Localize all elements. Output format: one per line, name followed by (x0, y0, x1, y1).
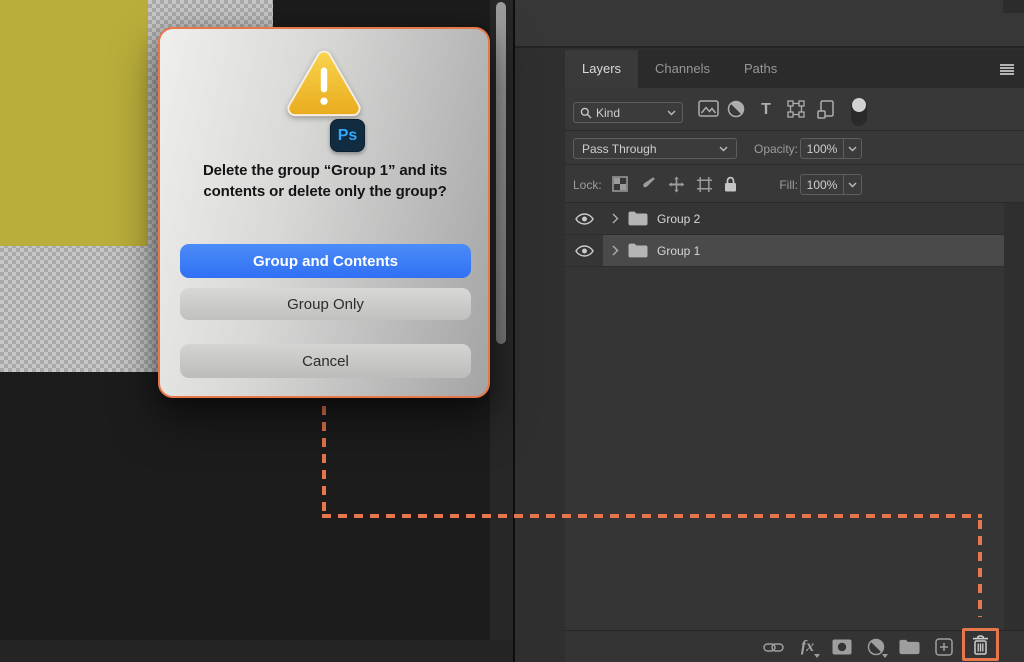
visibility-eye-icon[interactable] (565, 203, 603, 234)
new-layer-icon[interactable] (933, 636, 954, 658)
expand-chevron-icon[interactable] (612, 245, 619, 256)
filter-toggle-knob (852, 98, 866, 112)
chevron-down-icon[interactable] (844, 182, 861, 188)
panel-tab-bar: Layers Channels Paths (565, 50, 1024, 88)
trash-annotation-box (962, 628, 999, 661)
photoshop-window: Layers Channels Paths Kind (0, 0, 1024, 662)
blend-mode-row: Pass Through Opacity: 100% (565, 131, 1024, 165)
lock-row: Lock: Fill: 100% (565, 165, 1024, 203)
annotation-connector-vertical-2 (978, 520, 982, 617)
warning-icon: Ps (160, 49, 488, 119)
group-and-contents-button[interactable]: Group and Contents (180, 244, 471, 278)
opacity-label: Opacity: (715, 142, 798, 156)
fill-label: Fill: (755, 178, 798, 192)
blend-mode-select[interactable]: Pass Through (573, 138, 737, 159)
filter-kind-label: Kind (596, 106, 620, 120)
fill-input[interactable]: 100% (800, 174, 862, 195)
tab-layers[interactable]: Layers (565, 50, 638, 88)
panel-dock: Layers Channels Paths Kind (515, 0, 1024, 662)
yellow-layer-artwork (0, 0, 148, 246)
chevron-down-icon[interactable] (844, 146, 861, 152)
layers-bottom-toolbar: fx (565, 630, 1024, 662)
lock-transparency-icon[interactable] (612, 176, 629, 193)
fill-value: 100% (801, 178, 843, 192)
expand-chevron-icon[interactable] (612, 213, 619, 224)
layers-list: Group 2 Group 1 (565, 203, 1024, 630)
opacity-input[interactable]: 100% (800, 138, 862, 159)
layer-filter-row: Kind T (565, 88, 1024, 131)
filter-smart-objects-icon[interactable] (817, 100, 838, 118)
tab-channels[interactable]: Channels (638, 50, 727, 88)
lock-all-icon[interactable] (723, 176, 740, 193)
lock-artboard-icon[interactable] (696, 176, 713, 193)
filter-adjustment-layers-icon[interactable] (727, 100, 748, 118)
filter-kind-select[interactable]: Kind (573, 102, 683, 123)
search-icon (580, 107, 592, 119)
dialog-message: Delete the group “Group 1” and its conte… (175, 160, 475, 203)
group-only-button[interactable]: Group Only (180, 288, 471, 320)
svg-text:T: T (761, 101, 771, 117)
photoshop-app-badge: Ps (330, 119, 365, 152)
tab-paths[interactable]: Paths (727, 50, 794, 88)
filter-type-layers-icon[interactable]: T (758, 100, 779, 118)
add-layer-mask-icon[interactable] (831, 636, 852, 658)
canvas-vertical-scrollbar[interactable] (496, 2, 506, 344)
cancel-button[interactable]: Cancel (180, 344, 471, 378)
filter-pixel-layers-icon[interactable] (698, 100, 719, 118)
delete-layer-trash-icon[interactable] (965, 631, 996, 658)
lock-label: Lock: (573, 178, 602, 192)
upper-panel-strip (515, 0, 1024, 48)
layers-panel: Layers Channels Paths Kind (565, 50, 1024, 662)
delete-group-dialog: Ps Delete the group “Group 1” and its co… (158, 27, 490, 398)
annotation-connector-horizontal (322, 514, 982, 518)
blend-mode-value: Pass Through (582, 142, 657, 156)
visibility-eye-icon[interactable] (565, 235, 603, 266)
lock-position-icon[interactable] (668, 176, 685, 193)
link-layers-icon[interactable] (763, 636, 784, 658)
canvas-horizontal-scroll-track (0, 640, 513, 662)
filter-shape-layers-icon[interactable] (787, 100, 808, 118)
layer-name: Group 2 (657, 212, 700, 226)
lock-paint-icon[interactable] (640, 176, 657, 193)
panel-flyout-menu-icon[interactable] (1000, 64, 1014, 75)
new-adjustment-layer-icon[interactable] (865, 636, 886, 658)
chevron-down-icon (667, 110, 676, 116)
layer-style-fx-icon[interactable]: fx (797, 636, 818, 658)
layer-row-group-1[interactable]: Group 1 (565, 235, 1024, 267)
group-folder-icon (628, 243, 648, 258)
group-folder-icon (628, 211, 648, 226)
layer-name: Group 1 (657, 244, 700, 258)
new-group-folder-icon[interactable] (899, 636, 920, 658)
annotation-connector-vertical-1 (322, 406, 326, 518)
layer-row-group-2[interactable]: Group 2 (565, 203, 1024, 235)
filter-toggle-switch[interactable] (851, 98, 867, 126)
opacity-value: 100% (801, 142, 843, 156)
layers-list-scroll-gutter (1004, 203, 1024, 630)
upper-panel-corner (1003, 0, 1024, 13)
